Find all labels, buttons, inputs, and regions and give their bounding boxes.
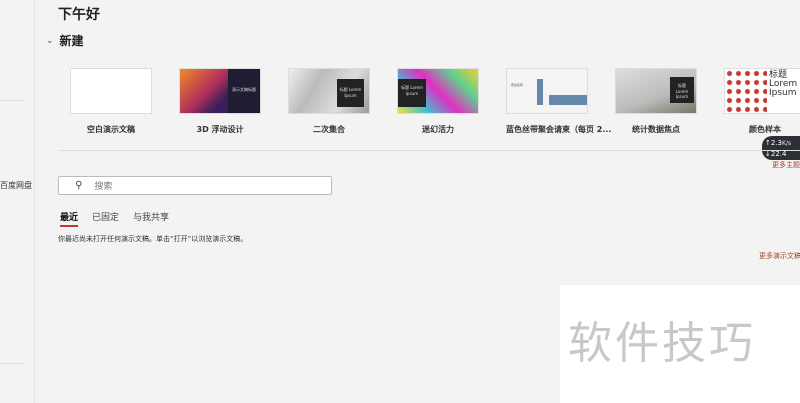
search-icon: ⚲ (75, 180, 83, 191)
template-thumbnail: 标题 Lorem Ipsum (397, 68, 479, 114)
thumb-text: 标题 Lorem Ipsum (398, 79, 426, 107)
template-label: 迷幻活力 (422, 125, 454, 134)
template-label: 3D 浮动设计 (196, 125, 244, 134)
thumb-text: 演示文稿标题 (228, 69, 260, 113)
tab-recent[interactable]: 最近 (60, 210, 79, 227)
template-thumbnail: 标题 Lorem Ipsum (288, 68, 370, 114)
template-thumbnail (70, 68, 152, 114)
template-thumbnail: 演示文稿标题 (179, 68, 261, 114)
tab-pinned[interactable]: 已固定 (92, 210, 119, 227)
tab-shared[interactable]: 与我共享 (133, 210, 169, 227)
empty-message: 你最近尚未打开任何演示文稿。单击“打开”以浏览演示文稿。 (58, 235, 248, 243)
thumb-text: 标题 Lorem Ipsum (337, 79, 364, 107)
more-themes-link[interactable]: 更多主题 (772, 160, 800, 170)
page-title: 下午好 (58, 7, 100, 23)
template-thumbnail: 标题 Lorem Ipsum (724, 68, 800, 114)
template-thumbnail: 标题 Lorem Ipsum (615, 68, 697, 114)
template-blue-ribbon[interactable]: 聚会名称蓝色丝带聚会请柬（每页 2... (506, 68, 612, 135)
upload-speed: 2.3 (770, 139, 783, 147)
template-label: 空白演示文稿 (87, 125, 135, 134)
template-blank[interactable]: 空白演示文稿 (70, 68, 152, 135)
download-speed: 22.4 (770, 150, 787, 158)
template-label: 统计数据焦点 (632, 125, 680, 134)
template-label: 颜色样本 (749, 125, 781, 134)
template-thumbnail: 聚会名称 (506, 68, 588, 114)
template-3d[interactable]: 演示文稿标题 3D 浮动设计 (179, 68, 261, 135)
more-presentations-link[interactable]: 更多演示文稿 (759, 251, 800, 261)
divider (0, 100, 24, 101)
thumb-text: 聚会名称 (511, 83, 524, 87)
network-speed-widget: ↑2.3K/s ↓22.4 (762, 136, 800, 160)
search-placeholder: 搜索 (94, 182, 113, 192)
template-color-swatch[interactable]: 标题 Lorem Ipsum 颜色样本 (724, 68, 800, 135)
chevron-down-icon: ⌄ (46, 35, 54, 46)
template-psychedelic[interactable]: 标题 Lorem Ipsum 迷幻活力 (397, 68, 479, 135)
sidebar: 百度网盘 (0, 0, 35, 403)
unit: K/s (782, 140, 792, 147)
new-section-toggle[interactable]: ⌄ 新建 (46, 32, 84, 49)
section-title: 新建 (59, 34, 84, 48)
divider (58, 150, 800, 151)
template-label: 二次集合 (313, 125, 345, 134)
divider (0, 363, 24, 364)
search-input[interactable]: ⚲ 搜索 (58, 176, 332, 195)
thumb-text: 标题 Lorem Ipsum (767, 71, 800, 113)
template-label: 蓝色丝带聚会请柬（每页 2... (506, 125, 612, 134)
file-tabs: 最近 已固定 与我共享 (60, 210, 169, 227)
thumb-text: 标题 Lorem Ipsum (670, 77, 694, 103)
template-stats[interactable]: 标题 Lorem Ipsum 统计数据焦点 (615, 68, 697, 135)
sidebar-item-baidu[interactable]: 百度网盘 (0, 180, 32, 191)
template-geometry[interactable]: 标题 Lorem Ipsum 二次集合 (288, 68, 370, 135)
watermark: 软件技巧 (560, 285, 800, 403)
